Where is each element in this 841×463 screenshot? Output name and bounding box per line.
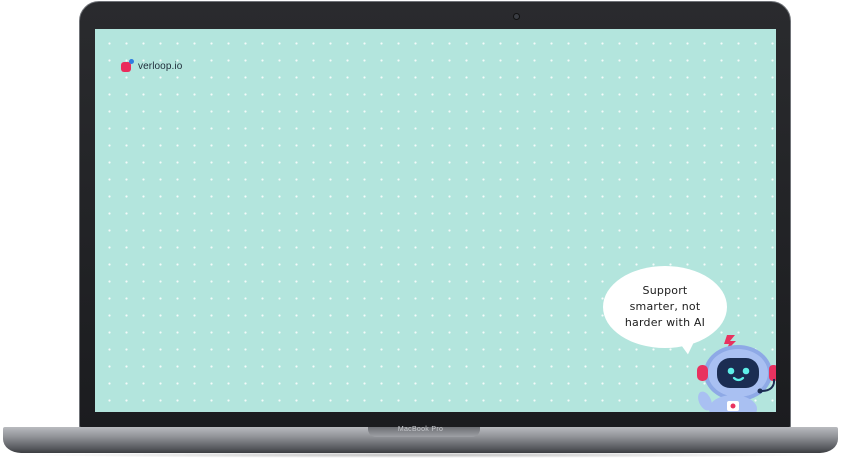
robot-mascot-icon — [691, 331, 776, 412]
verloop-logo[interactable]: verloop.io — [121, 59, 182, 73]
bubble-line-3: harder with AI — [624, 316, 706, 329]
device-brand-label: MacBook Pro — [397, 426, 444, 433]
verloop-logo-icon — [121, 59, 135, 73]
bubble-line-2: smarter, not — [629, 300, 701, 313]
laptop-mockup: verloop.io Support smarter, not harder w… — [0, 0, 841, 463]
webcam-icon — [514, 14, 519, 19]
bubble-line-1: Support — [642, 284, 688, 297]
laptop-screen: verloop.io Support smarter, not harder w… — [95, 29, 776, 412]
bubble-text: Support smarter, not harder with AI — [613, 283, 717, 331]
logo-text: verloop.io — [138, 60, 183, 72]
